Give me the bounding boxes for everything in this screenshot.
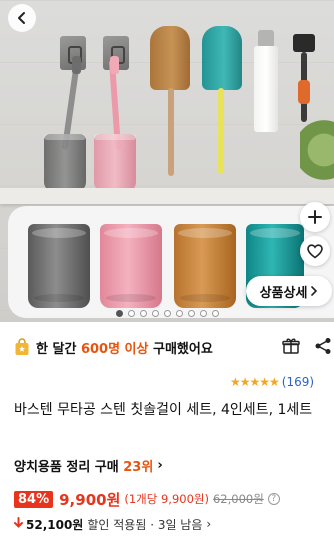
price-row: 84% 9,900원 (1개당 9,900원) 62,000원 ? [14, 488, 280, 510]
price-info-icon[interactable]: ? [267, 493, 280, 505]
carousel-dot[interactable] [115, 310, 123, 317]
unit-price: (1개당 9,900원) [124, 492, 209, 506]
product-image[interactable] [0, 0, 334, 322]
hanging-cup-brown [150, 26, 190, 90]
coupon-amount: 52,100원 [26, 517, 84, 532]
product-detail-label: 상품상세 [259, 285, 308, 301]
carousel-dot[interactable] [175, 310, 183, 317]
cup-brown [174, 224, 236, 308]
wishlist-button[interactable] [300, 236, 330, 266]
carousel-dot[interactable] [163, 310, 171, 317]
share-icon[interactable] [314, 337, 332, 359]
carousel-dot[interactable] [151, 310, 159, 317]
carousel-dot[interactable] [139, 310, 147, 317]
purchase-count-text: 한 달간 600명 이상 구매했어요 [36, 341, 213, 357]
category-ranking[interactable]: 양치용품 정리 구매 23위 › [14, 456, 163, 475]
carousel-dot[interactable] [127, 310, 135, 317]
chevron-right-icon: › [157, 458, 163, 473]
heart-icon [307, 243, 323, 258]
original-price: 62,000원 [212, 492, 264, 506]
cup-gray [28, 224, 90, 308]
discount-badge: 84% [14, 490, 54, 508]
gift-icon[interactable] [282, 337, 300, 359]
carousel-dot[interactable] [187, 310, 195, 317]
rating[interactable]: ★★★★★ (169) [230, 374, 314, 390]
carousel-dot[interactable] [199, 310, 207, 317]
ranking-label: 양치용품 정리 구매 [14, 460, 124, 475]
back-button[interactable] [8, 4, 36, 32]
product-detail-button[interactable]: 상품상세 [246, 276, 332, 306]
cup-pink [100, 224, 162, 308]
chevron-right-icon: › [206, 517, 212, 531]
shelf [0, 188, 334, 204]
chevron-right-icon [311, 286, 318, 296]
ranking-number: 23위 [123, 460, 154, 475]
razor [293, 34, 315, 122]
arrow-down-icon [14, 517, 23, 531]
zoom-button[interactable] [300, 202, 330, 232]
hanging-cup-teal [202, 26, 242, 90]
shopping-bag-icon [14, 338, 30, 356]
carousel-indicator [0, 310, 334, 317]
coupon-status-text: 할인 적용됨 · 3일 남음 [87, 517, 203, 532]
star-rating-icon: ★★★★★ [230, 375, 280, 389]
shelf-cup-gray [44, 134, 86, 192]
chevron-left-icon [18, 12, 25, 24]
purchase-count-banner: 한 달간 600명 이상 구매했어요 [14, 336, 331, 359]
sale-price: 9,900원 [59, 490, 121, 509]
shelf-cup-pink [94, 134, 136, 192]
plant-decoration [300, 118, 334, 198]
toothpaste [254, 46, 278, 132]
review-count-link[interactable]: (169) [282, 375, 314, 389]
coupon-discount-row[interactable]: 52,100원 할인 적용됨 · 3일 남음 › [14, 514, 211, 534]
product-title: 바스텐 무타공 스텐 칫솔걸이 세트, 4인세트, 1세트 [14, 402, 313, 418]
plus-icon [308, 210, 322, 224]
carousel-dot[interactable] [211, 310, 219, 317]
